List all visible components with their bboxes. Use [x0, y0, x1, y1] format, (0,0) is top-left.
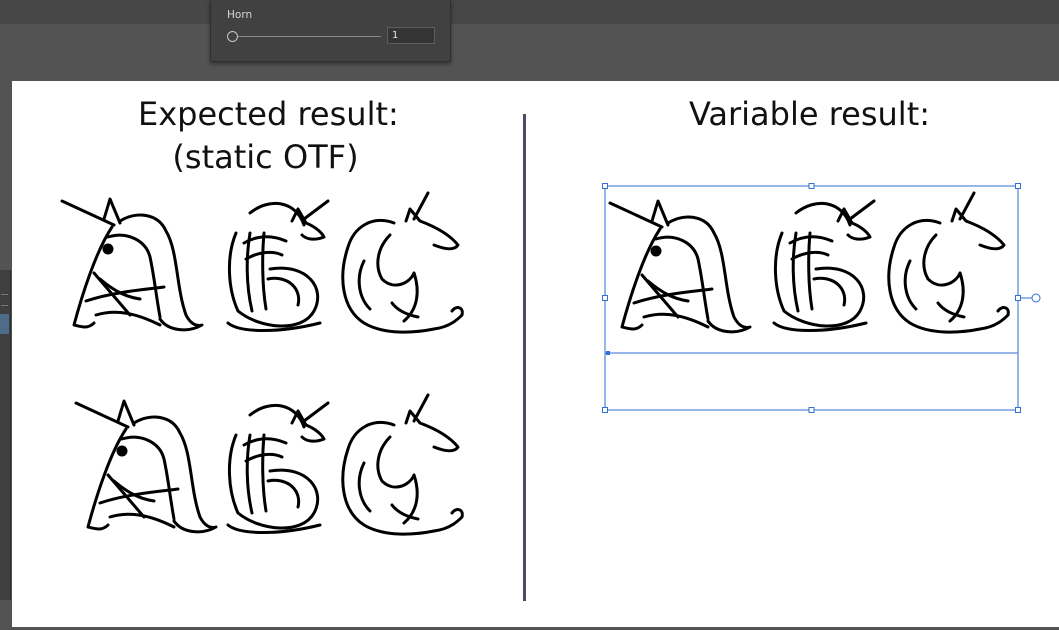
- handle-middle-left[interactable]: [602, 295, 608, 301]
- text-frame-selection[interactable]: [12, 81, 1059, 627]
- horn-slider-handle-icon[interactable]: [227, 31, 238, 42]
- handle-bottom-left[interactable]: [602, 407, 608, 413]
- out-port-icon[interactable]: [1031, 293, 1041, 303]
- handle-top-right[interactable]: [1015, 183, 1021, 189]
- artboard: Expected result: (static OTF) Variable r…: [12, 81, 1059, 627]
- baseline-handle-icon[interactable]: [606, 351, 610, 355]
- panel-grip-icon: [1, 294, 8, 306]
- horn-label: Horn: [227, 9, 253, 21]
- horn-axis-panel: Horn: [210, 0, 451, 62]
- handle-top-left[interactable]: [602, 183, 608, 189]
- panel-active-indicator: [0, 314, 9, 334]
- handle-bottom-middle[interactable]: [808, 407, 815, 413]
- horn-value-input[interactable]: [387, 27, 435, 44]
- left-panel-edge[interactable]: [0, 270, 11, 600]
- handle-top-middle[interactable]: [808, 183, 815, 189]
- top-toolbar-strip: [0, 0, 1059, 24]
- handle-middle-right[interactable]: [1015, 295, 1021, 301]
- horn-slider-track[interactable]: [233, 36, 381, 37]
- handle-bottom-right[interactable]: [1015, 407, 1021, 413]
